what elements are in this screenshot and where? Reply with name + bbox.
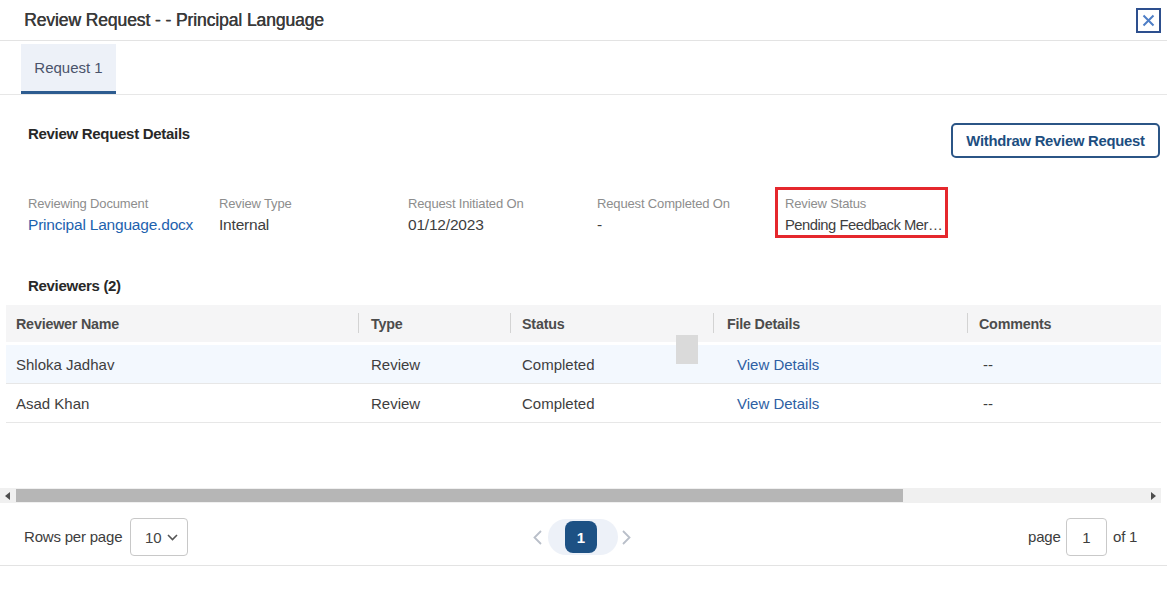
column-header-file-details: File Details	[713, 305, 967, 342]
page-label: page	[1028, 528, 1061, 545]
column-header-type: Type	[358, 305, 510, 342]
dialog-title: Review Request - - Principal Language	[24, 10, 324, 31]
field-label: Review Type	[219, 196, 292, 212]
field-review-type: Review Type Internal	[219, 196, 292, 235]
field-label: Request Initiated On	[408, 196, 524, 212]
field-request-initiated-on: Request Initiated On 01/12/2023	[408, 196, 524, 235]
horizontal-scrollbar-thumb[interactable]	[16, 489, 903, 502]
type-cell: Review	[358, 356, 510, 373]
table-header-row: Reviewer Name Type Status File Details C…	[6, 305, 1161, 342]
field-review-status: Review Status Pending Feedback Mer…	[785, 196, 942, 235]
comments-cell: --	[967, 395, 1161, 412]
field-label: Request Completed On	[597, 196, 730, 212]
column-header-comments: Comments	[967, 305, 1161, 342]
field-value: -	[597, 215, 730, 235]
next-page-button[interactable]	[613, 524, 639, 550]
reviewers-heading: Reviewers (2)	[28, 277, 121, 294]
status-cell: Completed	[510, 395, 713, 412]
table-row: Shloka Jadhav Review Completed View Deta…	[6, 345, 1161, 384]
tab-bar: Request 1	[0, 41, 1167, 95]
field-request-completed-on: Request Completed On -	[597, 196, 730, 235]
withdraw-review-request-button[interactable]: Withdraw Review Request	[951, 123, 1160, 158]
reviewers-table: Reviewer Name Type Status File Details C…	[6, 305, 1161, 423]
vertical-scrollbar-thumb[interactable]	[676, 335, 698, 364]
bottom-divider	[0, 565, 1167, 566]
horizontal-scrollbar[interactable]	[0, 488, 1161, 503]
of-total-pages-label: of 1	[1113, 528, 1137, 545]
field-value: 01/12/2023	[408, 215, 524, 235]
view-details-link[interactable]: View Details	[713, 356, 967, 373]
table-row: Asad Khan Review Completed View Details …	[6, 384, 1161, 423]
close-icon	[1142, 14, 1155, 27]
page-number-input[interactable]	[1066, 518, 1107, 556]
chevron-right-icon	[622, 530, 631, 545]
scroll-right-arrow-icon[interactable]	[1146, 488, 1161, 503]
current-page-button[interactable]: 1	[565, 521, 597, 553]
tab-request-1[interactable]: Request 1	[21, 44, 116, 91]
chevron-down-icon	[167, 534, 178, 541]
reviewer-name-cell: Shloka Jadhav	[6, 356, 358, 373]
dialog-titlebar: Review Request - - Principal Language	[0, 0, 1167, 41]
reviewing-document-link[interactable]: Principal Language.docx	[28, 215, 193, 235]
field-value: Internal	[219, 215, 292, 235]
field-label: Review Status	[785, 196, 942, 212]
field-label: Reviewing Document	[28, 196, 193, 212]
scroll-left-arrow-icon[interactable]	[0, 488, 15, 503]
view-details-link[interactable]: View Details	[713, 395, 967, 412]
rows-per-page-label: Rows per page	[24, 528, 122, 545]
rows-per-page-value: 10	[131, 529, 162, 546]
type-cell: Review	[358, 395, 510, 412]
comments-cell: --	[967, 356, 1161, 373]
chevron-left-icon	[533, 530, 542, 545]
reviewer-name-cell: Asad Khan	[6, 395, 358, 412]
review-request-details-heading: Review Request Details	[28, 125, 190, 142]
review-status-value: Pending Feedback Mer…	[785, 215, 942, 235]
rows-per-page-select[interactable]: 10	[130, 518, 188, 556]
close-button[interactable]	[1136, 8, 1161, 33]
previous-page-button[interactable]	[524, 524, 550, 550]
active-tab-underline	[21, 91, 116, 94]
field-reviewing-document: Reviewing Document Principal Language.do…	[28, 196, 193, 235]
column-header-reviewer-name: Reviewer Name	[6, 305, 358, 342]
